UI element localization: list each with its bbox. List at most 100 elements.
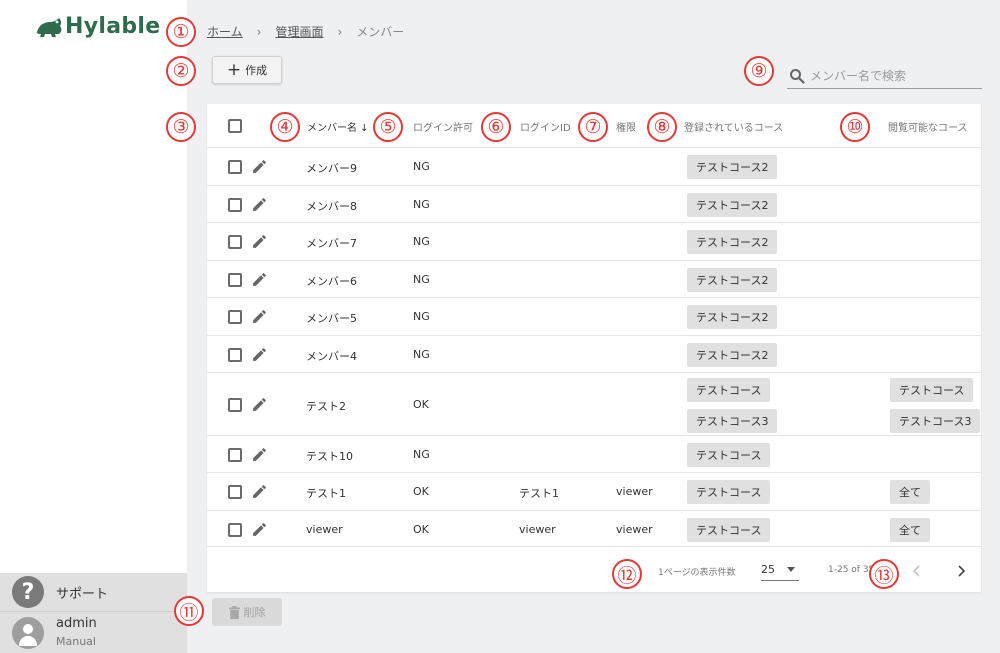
- create-label: 作成: [245, 64, 268, 77]
- member-name-cell: メンバー5: [306, 312, 357, 325]
- rows-per-page-value: 25: [761, 563, 775, 576]
- frog-logo-icon: [36, 17, 62, 37]
- sidebar: Hylable ? サポート admin Manual: [0, 0, 187, 653]
- logo[interactable]: Hylable: [35, 14, 160, 39]
- row-checkbox[interactable]: [228, 198, 242, 212]
- annotation-marker: ①: [166, 17, 196, 47]
- login-permission-cell: NG: [413, 235, 430, 248]
- pagination-range: 1-25 of 35: [828, 565, 875, 575]
- registered-course-chip: テストコース3: [687, 409, 778, 433]
- edit-pencil-icon[interactable]: [251, 158, 268, 175]
- avatar-icon: [12, 616, 44, 649]
- rows-per-page-select[interactable]: 25: [761, 559, 799, 581]
- edit-pencil-icon[interactable]: [251, 233, 268, 250]
- column-header-login-permission[interactable]: ログイン許可: [413, 119, 473, 134]
- row-checkbox[interactable]: [228, 448, 242, 462]
- row-checkbox[interactable]: [228, 398, 242, 412]
- annotation-marker: ⑨: [744, 56, 774, 86]
- member-name-cell: テスト1: [306, 487, 346, 500]
- row-checkbox[interactable]: [228, 310, 242, 324]
- login-permission-cell: NG: [413, 348, 430, 361]
- search-icon: [790, 68, 805, 84]
- login-permission-cell: NG: [413, 198, 430, 211]
- edit-pencil-icon[interactable]: [251, 446, 268, 463]
- delete-button[interactable]: 削除: [212, 598, 282, 626]
- login-id-cell: viewer: [519, 523, 556, 536]
- row-checkbox[interactable]: [228, 273, 242, 287]
- annotation-marker: ⑬: [869, 559, 899, 589]
- edit-pencil-icon[interactable]: [251, 396, 268, 413]
- row-checkbox[interactable]: [228, 235, 242, 249]
- row-checkbox[interactable]: [228, 160, 242, 174]
- dropdown-arrow-icon: [787, 567, 795, 572]
- create-button[interactable]: + 作成: [212, 56, 282, 84]
- annotation-marker: ⑫: [612, 559, 642, 589]
- registered-course-chip: テストコース: [687, 443, 771, 467]
- edit-pencil-icon[interactable]: [251, 196, 268, 213]
- edit-pencil-icon[interactable]: [251, 346, 268, 363]
- breadcrumb-admin[interactable]: 管理画面: [275, 23, 323, 40]
- row-checkbox[interactable]: [228, 523, 242, 537]
- breadcrumb: ホーム › 管理画面 › メンバー: [207, 23, 404, 40]
- table-row: メンバー4 NG テストコース2: [207, 335, 981, 372]
- breadcrumb-home[interactable]: ホーム: [207, 23, 243, 40]
- support-label: サポート: [56, 586, 109, 602]
- annotation-marker: ③: [166, 112, 196, 142]
- column-header-name[interactable]: メンバー名 ↓: [307, 119, 369, 134]
- column-header-registered-courses[interactable]: 登録されているコース: [684, 119, 783, 134]
- member-name-cell: viewer: [306, 523, 343, 536]
- viewable-course-chip: テストコース3: [890, 409, 981, 433]
- registered-course-chip: テストコース: [687, 518, 771, 542]
- prev-page-icon[interactable]: [911, 563, 923, 579]
- member-name-cell: テスト10: [306, 450, 353, 463]
- login-permission-cell: OK: [413, 485, 429, 498]
- search-input[interactable]: [810, 68, 980, 83]
- table-row: メンバー7 NG テストコース2: [207, 222, 981, 260]
- column-header-role[interactable]: 権限: [616, 119, 636, 134]
- search-box: [787, 63, 982, 89]
- member-name-cell: メンバー4: [306, 350, 357, 363]
- table-row: テスト1 OK テスト1 viewer テストコース 全て: [207, 472, 981, 510]
- column-header-viewable-courses[interactable]: 閲覧可能なコース: [888, 119, 968, 134]
- edit-pencil-icon[interactable]: [251, 483, 268, 500]
- registered-course-chip: テストコース2: [687, 305, 778, 329]
- table-row: viewer OK viewer viewer テストコース 全て: [207, 510, 981, 547]
- select-all-checkbox[interactable]: [228, 119, 242, 133]
- login-permission-cell: NG: [413, 160, 430, 173]
- row-checkbox[interactable]: [228, 348, 242, 362]
- table-row: テスト10 NG テストコース: [207, 435, 981, 472]
- annotation-marker: ⑥: [481, 112, 511, 142]
- trash-icon: [228, 605, 240, 619]
- user-role: Manual: [56, 634, 96, 648]
- member-table: メンバー名 ↓ ログイン許可 ログインID 権限 登録されているコース 閲覧可能…: [207, 104, 981, 592]
- edit-pencil-icon[interactable]: [251, 271, 268, 288]
- member-name-cell: メンバー6: [306, 275, 357, 288]
- user-name: admin: [56, 615, 97, 631]
- registered-course-chip: テストコース2: [687, 343, 778, 367]
- role-cell: viewer: [616, 485, 653, 498]
- registered-course-chip: テストコース: [687, 378, 771, 402]
- member-name-cell: メンバー8: [306, 200, 357, 213]
- login-permission-cell: NG: [413, 273, 430, 286]
- viewable-course-chip: 全て: [890, 518, 930, 542]
- rows-per-page-label: 1ページの表示件数: [658, 568, 736, 578]
- brand-name: Hylable: [65, 14, 161, 39]
- support-link[interactable]: ? サポート: [0, 573, 187, 612]
- breadcrumb-current: メンバー: [356, 25, 405, 39]
- table-row: メンバー9 NG テストコース2: [207, 147, 981, 185]
- user-menu[interactable]: admin Manual: [0, 612, 187, 653]
- annotation-marker: ⑦: [578, 112, 608, 142]
- edit-pencil-icon[interactable]: [251, 308, 268, 325]
- member-name-cell: メンバー9: [306, 162, 357, 175]
- annotation-marker: ④: [270, 112, 300, 142]
- sort-arrow-down-icon: ↓: [357, 123, 369, 134]
- breadcrumb-separator-icon: ›: [256, 24, 262, 39]
- registered-course-chip: テストコース2: [687, 155, 778, 179]
- next-page-icon[interactable]: [955, 563, 967, 579]
- registered-course-chip: テストコース2: [687, 268, 778, 292]
- row-checkbox[interactable]: [228, 485, 242, 499]
- member-name-cell: テスト2: [306, 400, 346, 413]
- edit-pencil-icon[interactable]: [251, 521, 268, 538]
- column-header-login-id[interactable]: ログインID: [520, 119, 571, 134]
- viewable-course-chip: 全て: [890, 480, 930, 504]
